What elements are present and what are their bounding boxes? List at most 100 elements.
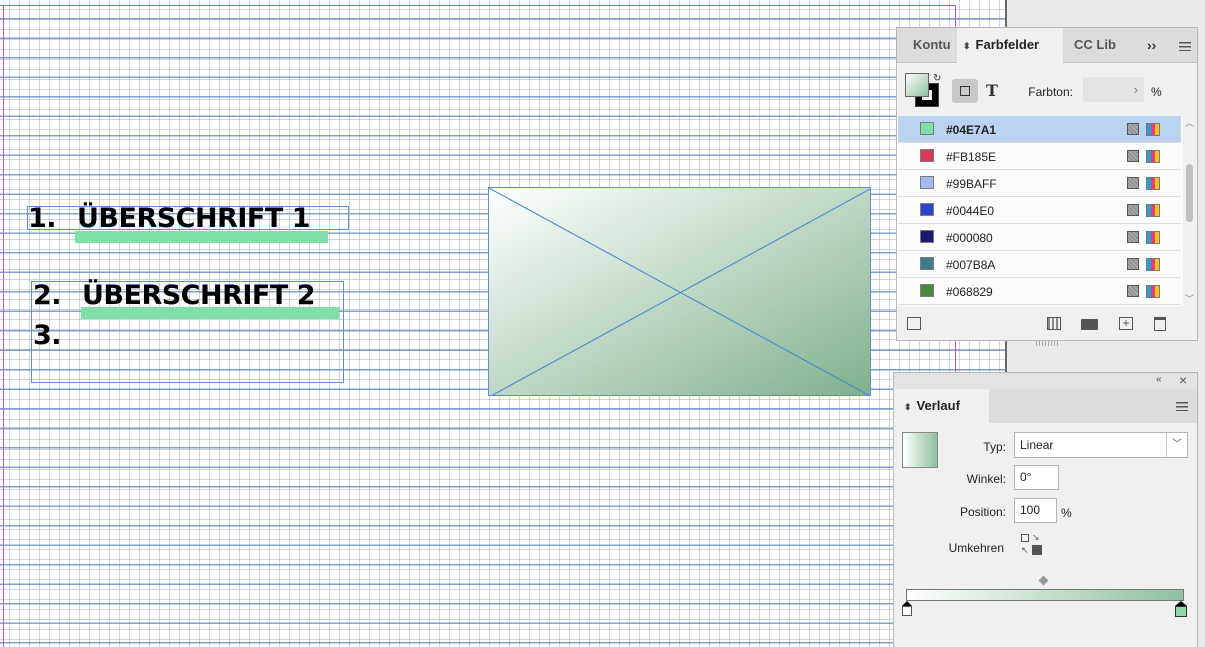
swatch-scrollbar[interactable]: ︿ ﹀ [1183, 116, 1196, 306]
stop-icon[interactable] [1175, 601, 1187, 617]
gradient-preview-swatch[interactable] [902, 432, 938, 468]
gradient-image-frame[interactable] [488, 187, 871, 396]
folder-icon[interactable] [1081, 319, 1098, 330]
chevron-right-icon: › [1133, 82, 1138, 97]
gradient-panel-header: « × [894, 372, 1197, 389]
scroll-down-icon[interactable]: ﹀ [1185, 292, 1194, 305]
midpoint-icon[interactable] [1038, 575, 1049, 586]
swatch-row[interactable]: #99BAFF [898, 170, 1181, 197]
swatch-row[interactable]: #04E7A1 [898, 116, 1181, 143]
new-swatch-group-icon[interactable] [1047, 317, 1061, 330]
menu-icon[interactable] [1176, 402, 1188, 411]
swatch-row[interactable]: #068829 [898, 278, 1181, 305]
swatch-name: #068829 [946, 285, 993, 299]
swatches-panel-tabbar: Kontu ⬍ Farbfelder CC Lib ›› [897, 28, 1197, 63]
swatch-row[interactable]: #0044E0 [898, 197, 1181, 224]
process-color-icon [1127, 123, 1139, 135]
swatch-color-chip [920, 230, 934, 243]
tab-verlauf[interactable]: ⬍ Verlauf [894, 389, 989, 424]
scroll-up-icon[interactable]: ︿ [1185, 116, 1194, 129]
swap-fill-stroke-icon[interactable]: ↻ [933, 73, 941, 84]
chevron-updown-icon: ⬍ [904, 402, 912, 412]
heading-1-number: 1. [28, 203, 57, 234]
tint-input[interactable]: › [1083, 77, 1144, 102]
reverse-label: Umkehren [948, 541, 1004, 555]
position-label: Position: [959, 505, 1006, 519]
tabs-overflow-button[interactable]: ›› [1147, 28, 1156, 62]
close-icon[interactable]: × [1179, 372, 1187, 388]
menu-icon[interactable] [1179, 42, 1191, 51]
cmyk-mode-icon [1146, 258, 1160, 271]
cmyk-mode-icon [1146, 285, 1160, 298]
scroll-thumb[interactable] [1186, 164, 1193, 222]
tint-unit: % [1151, 85, 1162, 99]
tab-farbfelder-label: Farbfelder [975, 37, 1040, 52]
process-color-icon [1127, 258, 1139, 270]
type-label: Typ: [983, 440, 1006, 454]
swatch-color-chip [920, 122, 934, 135]
swatch-row[interactable]: #007B8A [898, 251, 1181, 278]
new-swatch-icon[interactable]: + [1119, 317, 1133, 330]
swatch-name: #FB185E [946, 150, 997, 164]
process-color-icon [1127, 177, 1139, 189]
heading-2-number: 2. [33, 280, 62, 311]
swatch-list: #04E7A1 #FB185E #99BAFF #0044E0 #000080 [897, 116, 1183, 306]
page-margin-top [0, 5, 956, 6]
heading-1-text: ÜBERSCHRIFT 1 [77, 203, 310, 234]
heading-2-text: ÜBERSCHRIFT 2 [82, 280, 315, 311]
fill-stroke-proxy[interactable]: ↻ [905, 73, 941, 109]
show-swatch-kinds-icon[interactable] [907, 317, 921, 330]
tab-farbfelder[interactable]: ⬍ Farbfelder [957, 28, 1063, 63]
process-color-icon [1127, 204, 1139, 216]
panel-resize-grip[interactable] [1036, 341, 1058, 346]
tab-cc-label: CC Lib [1074, 37, 1116, 52]
swatch-name: #0044E0 [946, 204, 995, 218]
fill-swatch-icon [905, 73, 929, 97]
cmyk-mode-icon [1146, 231, 1160, 244]
chevron-updown-icon: ⬍ [963, 41, 971, 51]
swatch-color-chip [920, 149, 934, 162]
process-color-icon [1127, 285, 1139, 297]
type-value: Linear [1020, 438, 1054, 452]
tab-kontur-label: Kontu [913, 37, 951, 52]
cmyk-mode-icon [1146, 204, 1160, 217]
gradient-panel: « × ⬍ Verlauf Typ: Linear ﹀ Winkel: 0° Po… [893, 372, 1198, 647]
collapse-icon[interactable]: « [1156, 374, 1162, 385]
swatch-name: #99BAFF [946, 177, 997, 191]
angle-value: 0° [1020, 470, 1032, 484]
chevron-down-icon: ﹀ [1166, 433, 1187, 457]
type-select[interactable]: Linear ﹀ [1014, 432, 1188, 458]
process-color-icon [1127, 231, 1139, 243]
position-input[interactable]: 100 [1014, 498, 1057, 523]
process-color-icon [1127, 150, 1139, 162]
tab-cc-libraries[interactable]: CC Lib [1074, 28, 1116, 62]
text-icon[interactable]: T [986, 81, 998, 100]
swatch-color-chip [920, 176, 934, 189]
cmyk-mode-icon [1146, 123, 1160, 136]
swatch-row[interactable]: #FB185E [898, 143, 1181, 170]
trash-icon[interactable] [1154, 317, 1166, 331]
tint-label: Farbton: [1028, 85, 1073, 99]
position-value: 100 [1020, 503, 1041, 517]
container-icon[interactable] [952, 79, 978, 103]
cmyk-mode-icon [1146, 177, 1160, 190]
page-margin-left [3, 5, 4, 647]
cmyk-mode-icon [1146, 150, 1160, 163]
swatch-row[interactable]: #000080 [898, 224, 1181, 251]
swatch-color-chip [920, 284, 934, 297]
gradient-ramp[interactable] [906, 589, 1184, 601]
gradient-stop-start[interactable] [902, 601, 912, 616]
swatches-panel: Kontu ⬍ Farbfelder CC Lib ›› ↻ T Farbton:… [896, 27, 1198, 341]
reverse-icon[interactable]: ↘ ↖ [1021, 532, 1043, 556]
gradient-tabbar: ⬍ Verlauf [894, 389, 1197, 424]
overflow-icon: ›› [1147, 37, 1157, 53]
swatch-color-chip [920, 203, 934, 216]
heading-3-number: 3. [33, 320, 62, 351]
tab-kontur[interactable]: Kontu [913, 28, 951, 62]
swatch-name: #007B8A [946, 258, 996, 272]
angle-input[interactable]: 0° [1014, 465, 1059, 490]
tab-verlauf-label: Verlauf [916, 398, 960, 413]
gradient-frame-graphic [489, 188, 870, 395]
position-unit: % [1061, 506, 1072, 520]
angle-label: Winkel: [966, 472, 1006, 486]
